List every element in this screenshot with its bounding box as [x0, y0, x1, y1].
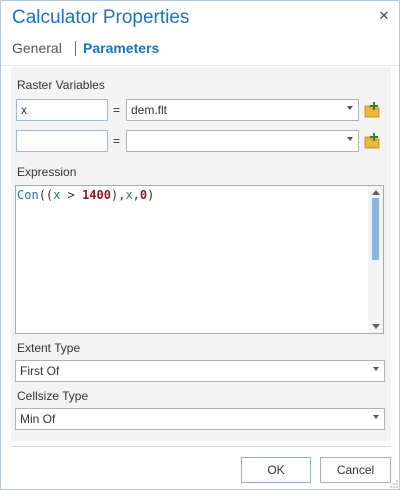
expr-number: 1400: [82, 188, 111, 202]
calculator-properties-dialog: Calculator Properties ✕ General Paramete…: [0, 0, 400, 490]
dialog-title: Calculator Properties: [12, 7, 190, 28]
raster-select-1[interactable]: dem.flt: [126, 99, 359, 121]
extent-type-select[interactable]: First Of: [15, 360, 385, 382]
scroll-up-icon[interactable]: [372, 190, 380, 195]
close-icon: ✕: [378, 8, 390, 23]
variable-name-field-1[interactable]: x: [16, 99, 108, 121]
equals-sign-1: =: [113, 103, 121, 117]
expr-function: Con: [17, 188, 39, 202]
expr-comma: ,: [132, 188, 140, 202]
raster-variables-label: Raster Variables: [17, 78, 105, 92]
scroll-down-icon[interactable]: [372, 324, 380, 329]
equals-sign-2: =: [113, 134, 121, 148]
scroll-thumb[interactable]: [372, 198, 379, 260]
expr-variable: x: [125, 188, 133, 202]
parameters-panel: Raster Variables x = dem.flt = Expressio…: [11, 67, 391, 441]
chevron-down-icon: [373, 367, 379, 371]
chevron-down-icon: [373, 415, 379, 419]
close-button[interactable]: ✕: [374, 6, 394, 26]
expression-editor[interactable]: Con((x > 1400),x,0): [15, 185, 384, 334]
expr-variable: x: [53, 188, 61, 202]
chevron-down-icon: [347, 137, 353, 141]
tab-general[interactable]: General: [12, 40, 62, 56]
expression-label: Expression: [17, 165, 77, 179]
add-raster-icon[interactable]: [364, 102, 380, 118]
expr-mid: ),: [110, 188, 126, 202]
expression-scrollbar[interactable]: [368, 186, 383, 333]
add-raster-icon[interactable]: [364, 133, 380, 149]
chevron-down-icon: [347, 106, 353, 110]
expr-open-paren: ((: [38, 188, 54, 202]
ok-button[interactable]: OK: [241, 457, 311, 483]
extent-type-label: Extent Type: [17, 341, 81, 355]
extent-type-value: First Of: [20, 364, 60, 378]
variable-name-field-2[interactable]: [16, 130, 108, 152]
resize-grip-icon[interactable]: [390, 480, 398, 488]
expression-text: Con((x > 1400),x,0): [17, 188, 154, 202]
raster-select-value-1: dem.flt: [131, 103, 168, 117]
raster-select-2[interactable]: [126, 130, 359, 152]
header-divider: [1, 65, 399, 66]
footer-divider: [11, 446, 391, 447]
cellsize-type-value: Min Of: [20, 412, 56, 426]
cellsize-type-select[interactable]: Min Of: [15, 408, 385, 430]
cellsize-type-label: Cellsize Type: [17, 389, 89, 403]
cancel-button[interactable]: Cancel: [320, 457, 391, 483]
expr-operator: >: [67, 188, 75, 202]
expr-close-paren: ): [147, 188, 155, 202]
tab-parameters[interactable]: Parameters: [75, 40, 159, 56]
